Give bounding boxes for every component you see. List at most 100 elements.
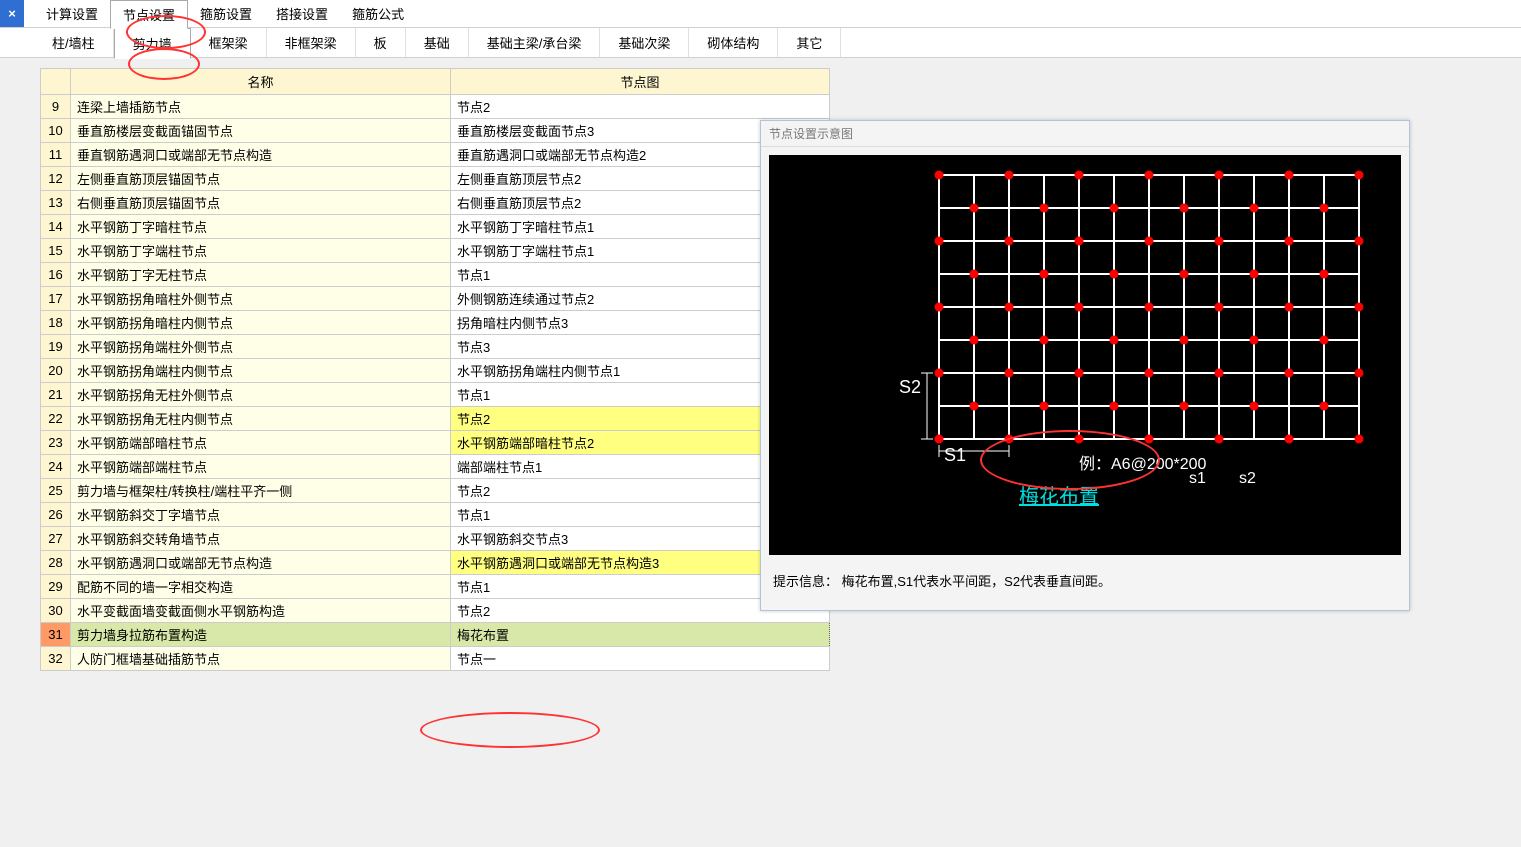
rownum: 10 — [41, 119, 71, 143]
preview-title: 节点设置示意图 — [761, 121, 1409, 147]
col-diagram: 节点图 — [451, 69, 830, 95]
table-row[interactable]: 31剪力墙身拉筋布置构造梅花布置 — [41, 623, 830, 647]
cell-name: 水平钢筋遇洞口或端部无节点构造 — [71, 551, 451, 575]
table-row[interactable]: 28水平钢筋遇洞口或端部无节点构造水平钢筋遇洞口或端部无节点构造3 — [41, 551, 830, 575]
sub-tab-3[interactable]: 非框架梁 — [267, 28, 356, 57]
rownum: 13 — [41, 191, 71, 215]
table-area: 名称 节点图 9连梁上墙插筋节点节点210垂直筋楼层变截面锚固节点垂直筋楼层变截… — [40, 68, 830, 671]
cell-value[interactable]: 节点2 — [451, 95, 830, 119]
table-row[interactable]: 15水平钢筋丁字端柱节点水平钢筋丁字端柱节点1 — [41, 239, 830, 263]
cell-name: 左侧垂直筋顶层锚固节点 — [71, 167, 451, 191]
table-row[interactable]: 14水平钢筋丁字暗柱节点水平钢筋丁字暗柱节点1 — [41, 215, 830, 239]
rownum: 27 — [41, 527, 71, 551]
cell-name: 水平钢筋丁字端柱节点 — [71, 239, 451, 263]
rownum: 11 — [41, 143, 71, 167]
hint-label: 提示信息： — [773, 574, 838, 589]
sub-tab-7[interactable]: 基础次梁 — [600, 28, 689, 57]
preview-panel: 节点设置示意图 S2 S1 例：A6@200*200 s1 s2 梅花布置 提示… — [760, 120, 1410, 611]
example-text: 例：A6@200*200 — [1079, 450, 1206, 474]
sub-s1: s1 — [1189, 470, 1206, 488]
cell-value[interactable]: 节点一 — [451, 647, 830, 671]
rownum: 20 — [41, 359, 71, 383]
sub-tab-4[interactable]: 板 — [356, 28, 406, 57]
cell-name: 水平钢筋端部暗柱节点 — [71, 431, 451, 455]
top-tabs: 计算设置节点设置箍筋设置搭接设置箍筋公式 — [24, 0, 416, 27]
table-row[interactable]: 18水平钢筋拐角暗柱内侧节点拐角暗柱内侧节点3 — [41, 311, 830, 335]
sub-tab-0[interactable]: 柱/墙柱 — [34, 28, 114, 57]
table-row[interactable]: 16水平钢筋丁字无柱节点节点1 — [41, 263, 830, 287]
rownum: 24 — [41, 455, 71, 479]
rownum: 14 — [41, 215, 71, 239]
cell-name: 水平钢筋拐角暗柱内侧节点 — [71, 311, 451, 335]
sub-s2: s2 — [1239, 470, 1256, 488]
top-tab-4[interactable]: 箍筋公式 — [340, 0, 416, 27]
top-tab-0[interactable]: 计算设置 — [34, 0, 110, 27]
table-row[interactable]: 12左侧垂直筋顶层锚固节点左侧垂直筋顶层节点2 — [41, 167, 830, 191]
hint-text: 梅花布置,S1代表水平间距，S2代表垂直间距。 — [842, 574, 1111, 589]
table-row[interactable]: 25剪力墙与框架柱/转换柱/端柱平齐一侧节点2 — [41, 479, 830, 503]
table-row[interactable]: 10垂直筋楼层变截面锚固节点垂直筋楼层变截面节点3 — [41, 119, 830, 143]
table-row[interactable]: 20水平钢筋拐角端柱内侧节点水平钢筋拐角端柱内侧节点1 — [41, 359, 830, 383]
top-tab-3[interactable]: 搭接设置 — [264, 0, 340, 27]
table-row[interactable]: 23水平钢筋端部暗柱节点水平钢筋端部暗柱节点2 — [41, 431, 830, 455]
top-tab-1[interactable]: 节点设置 — [110, 0, 188, 29]
cell-name: 剪力墙与框架柱/转换柱/端柱平齐一侧 — [71, 479, 451, 503]
table-row[interactable]: 27水平钢筋斜交转角墙节点水平钢筋斜交节点3 — [41, 527, 830, 551]
cell-name: 水平钢筋斜交丁字墙节点 — [71, 503, 451, 527]
cell-name: 水平钢筋拐角端柱外侧节点 — [71, 335, 451, 359]
rownum: 9 — [41, 95, 71, 119]
table-row[interactable]: 30水平变截面墙变截面侧水平钢筋构造节点2 — [41, 599, 830, 623]
sub-tab-8[interactable]: 砌体结构 — [689, 28, 778, 57]
sub-tab-5[interactable]: 基础 — [406, 28, 469, 57]
cell-name: 水平钢筋拐角暗柱外侧节点 — [71, 287, 451, 311]
rownum: 16 — [41, 263, 71, 287]
table-row[interactable]: 17水平钢筋拐角暗柱外侧节点外侧钢筋连续通过节点2 — [41, 287, 830, 311]
table-row[interactable]: 26水平钢筋斜交丁字墙节点节点1 — [41, 503, 830, 527]
table-row[interactable]: 11垂直钢筋遇洞口或端部无节点构造垂直筋遇洞口或端部无节点构造2 — [41, 143, 830, 167]
preview-canvas: S2 S1 例：A6@200*200 s1 s2 梅花布置 — [769, 155, 1401, 555]
rownum: 30 — [41, 599, 71, 623]
cell-name: 水平变截面墙变截面侧水平钢筋构造 — [71, 599, 451, 623]
cell-name: 水平钢筋拐角无柱外侧节点 — [71, 383, 451, 407]
cell-name: 水平钢筋斜交转角墙节点 — [71, 527, 451, 551]
cell-value[interactable]: 梅花布置 — [451, 623, 830, 647]
col-name: 名称 — [71, 69, 451, 95]
top-bar: × 计算设置节点设置箍筋设置搭接设置箍筋公式 — [0, 0, 1521, 28]
top-tab-2[interactable]: 箍筋设置 — [188, 0, 264, 27]
rownum: 28 — [41, 551, 71, 575]
sub-tab-9[interactable]: 其它 — [778, 28, 841, 57]
table-row[interactable]: 21水平钢筋拐角无柱外侧节点节点1 — [41, 383, 830, 407]
cell-name: 连梁上墙插筋节点 — [71, 95, 451, 119]
sub-tab-1[interactable]: 剪力墙 — [114, 28, 191, 59]
table-row[interactable]: 29配筋不同的墙一字相交构造节点1 — [41, 575, 830, 599]
table-row[interactable]: 9连梁上墙插筋节点节点2 — [41, 95, 830, 119]
table-row[interactable]: 24水平钢筋端部端柱节点端部端柱节点1 — [41, 455, 830, 479]
sub-tabs: 柱/墙柱剪力墙框架梁非框架梁板基础基础主梁/承台梁基础次梁砌体结构其它 — [0, 28, 1521, 58]
rownum: 21 — [41, 383, 71, 407]
rownum: 12 — [41, 167, 71, 191]
rownum: 31 — [41, 623, 71, 647]
rownum: 18 — [41, 311, 71, 335]
close-button[interactable]: × — [0, 0, 24, 27]
table-row[interactable]: 32人防门框墙基础插筋节点节点一 — [41, 647, 830, 671]
table-row[interactable]: 22水平钢筋拐角无柱内侧节点节点2 — [41, 407, 830, 431]
pattern-name: 梅花布置 — [1019, 480, 1099, 509]
table-row[interactable]: 13右侧垂直筋顶层锚固节点右侧垂直筋顶层节点2 — [41, 191, 830, 215]
cell-name: 水平钢筋端部端柱节点 — [71, 455, 451, 479]
s1-label: S1 — [944, 445, 966, 466]
table-row[interactable]: 19水平钢筋拐角端柱外侧节点节点3 — [41, 335, 830, 359]
rownum: 19 — [41, 335, 71, 359]
rownum: 15 — [41, 239, 71, 263]
annot-cell — [420, 712, 600, 748]
cell-name: 垂直筋楼层变截面锚固节点 — [71, 119, 451, 143]
preview-hint: 提示信息： 梅花布置,S1代表水平间距，S2代表垂直间距。 — [761, 563, 1409, 610]
sub-tab-6[interactable]: 基础主梁/承台梁 — [469, 28, 601, 57]
cell-name: 右侧垂直筋顶层锚固节点 — [71, 191, 451, 215]
cell-name: 水平钢筋丁字无柱节点 — [71, 263, 451, 287]
cell-name: 配筋不同的墙一字相交构造 — [71, 575, 451, 599]
sub-tab-2[interactable]: 框架梁 — [191, 28, 267, 57]
cell-name: 人防门框墙基础插筋节点 — [71, 647, 451, 671]
cell-name: 水平钢筋拐角端柱内侧节点 — [71, 359, 451, 383]
s2-label: S2 — [899, 377, 921, 398]
rownum: 29 — [41, 575, 71, 599]
